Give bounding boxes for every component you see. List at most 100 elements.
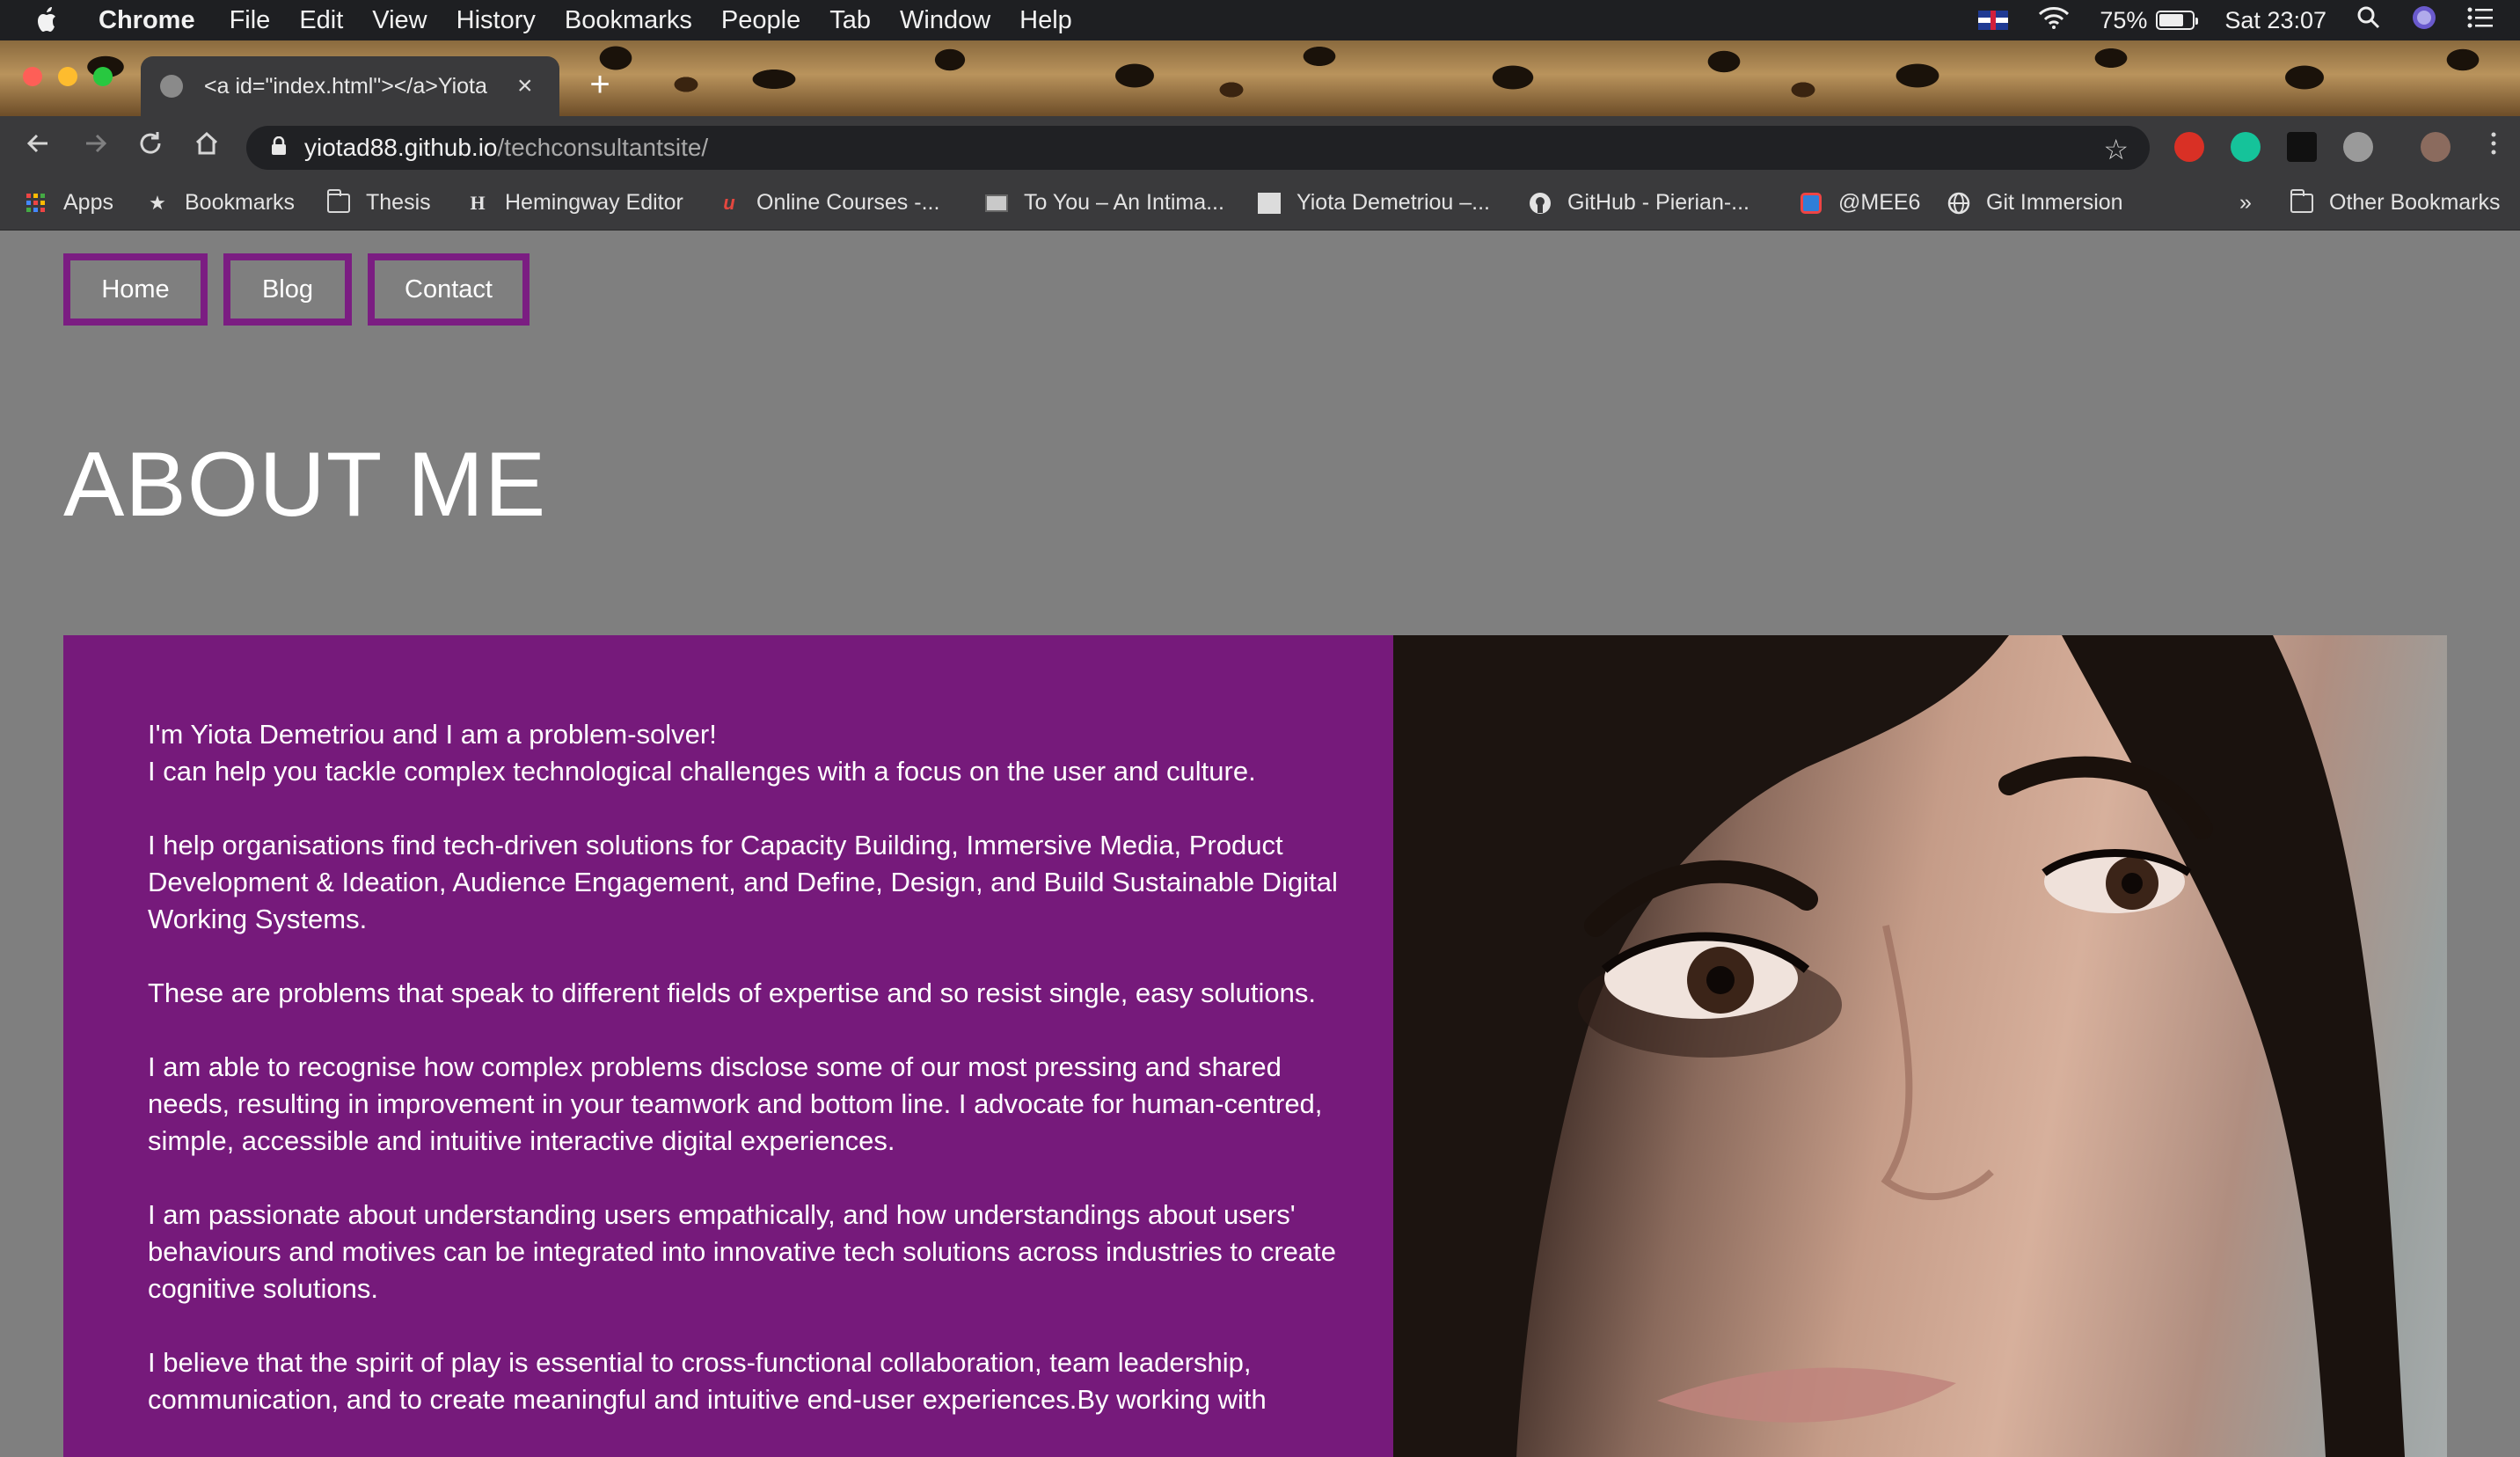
bookmark-online-courses[interactable]: u Online Courses -... (718, 190, 939, 216)
nav-contact-button[interactable]: Contact (368, 253, 530, 326)
url-host: yiotad88.github.io (304, 134, 498, 161)
bookmark-git-immersion[interactable]: Git Immersion (1947, 190, 2123, 216)
menu-window[interactable]: Window (900, 6, 990, 35)
chrome-toolbar: yiotad88.github.io/techconsultantsite/ ☆ (0, 116, 2520, 178)
bookmark-label: Git Immersion (1986, 190, 2123, 215)
apps-grid-icon (25, 193, 47, 214)
bookmark-other-bookmarks[interactable]: Other Bookmarks (2290, 188, 2501, 216)
bookmark-github[interactable]: GitHub - Pierian-... (1529, 190, 1749, 216)
about-intro-line: I can help you tackle complex technologi… (148, 756, 1256, 787)
nav-home-button[interactable]: Home (63, 253, 208, 326)
bookmark-label: To You – An Intima... (1024, 190, 1224, 215)
extension-w-icon[interactable] (2287, 132, 2317, 162)
address-bar[interactable]: yiotad88.github.io/techconsultantsite/ ☆ (246, 126, 2150, 170)
menu-tab[interactable]: Tab (829, 6, 871, 35)
bookmark-label: Hemingway Editor (505, 190, 683, 215)
extension-download-icon[interactable] (2343, 132, 2373, 162)
about-text-panel: I'm Yiota Demetriou and I am a problem-s… (63, 635, 1393, 1457)
bookmark-bookmarks[interactable]: ★ Bookmarks (146, 190, 295, 216)
menu-history[interactable]: History (457, 6, 536, 35)
bookmark-apps[interactable]: Apps (25, 190, 113, 216)
site-thumbnail-icon (985, 193, 1008, 214)
clock[interactable]: Sat 23:07 (2224, 7, 2326, 34)
github-icon (1529, 192, 1552, 214)
profile-avatar-icon[interactable] (2421, 132, 2451, 162)
new-tab-button[interactable]: + (582, 67, 617, 102)
battery-icon (2156, 11, 2199, 30)
about-text: I'm Yiota Demetriou and I am a problem-s… (148, 716, 1362, 1455)
overflow-chevron-icon: » (2239, 190, 2252, 215)
lock-icon[interactable] (271, 134, 289, 162)
about-paragraph: I am able to recognise how complex probl… (148, 1051, 1323, 1156)
reload-icon[interactable] (134, 130, 167, 164)
home-icon[interactable] (190, 130, 223, 164)
forward-arrow-icon[interactable] (79, 130, 113, 164)
tab-favicon-icon (160, 75, 183, 98)
battery-fill (2159, 14, 2184, 26)
about-paragraph: I am passionate about understanding user… (148, 1199, 1336, 1304)
extension-adblock-icon[interactable] (2174, 132, 2204, 162)
portrait-photo (1393, 635, 2447, 1457)
folder-icon (327, 188, 350, 214)
page-title: ABOUT ME (63, 434, 547, 536)
bookmark-label: Yiota Demetriou –... (1297, 190, 1491, 215)
menu-bookmarks[interactable]: Bookmarks (565, 6, 692, 35)
bookmark-star-icon[interactable]: ☆ (2103, 133, 2129, 166)
window-minimize-button[interactable] (58, 67, 77, 86)
web-page: Home Blog Contact ABOUT ME I'm Yiota Dem… (0, 231, 2520, 1457)
about-paragraph: These are problems that speak to differe… (148, 977, 1316, 1008)
about-paragraph: I help organisations find tech-driven so… (148, 830, 1338, 934)
chrome-tab-strip: <a id="index.html"></a>Yiota × + (0, 40, 2520, 116)
about-intro-line: I'm Yiota Demetriou and I am a problem-s… (148, 719, 717, 750)
folder-icon (2290, 188, 2313, 214)
hemingway-h-icon: H (470, 191, 486, 214)
spotlight-search-icon[interactable] (2356, 5, 2381, 36)
bookmark-label: Other Bookmarks (2329, 190, 2501, 215)
url-path: /techconsultantsite/ (497, 134, 709, 161)
udemy-u-icon: u (723, 191, 735, 214)
site-thumbnail-icon (1258, 192, 1281, 214)
menu-help[interactable]: Help (1019, 6, 1072, 35)
menu-edit[interactable]: Edit (299, 6, 343, 35)
bookmark-label: Online Courses -... (756, 190, 940, 215)
bookmark-hemingway[interactable]: H Hemingway Editor (466, 190, 683, 216)
siri-icon[interactable] (2411, 4, 2437, 37)
chrome-menu-icon[interactable] (2477, 130, 2510, 164)
bookmark-yiota[interactable]: Yiota Demetriou –... (1258, 190, 1490, 216)
menu-file[interactable]: File (230, 6, 271, 35)
bookmark-label: Bookmarks (185, 190, 296, 215)
menu-bar-status-area: 75% Sat 23:07 (1978, 0, 2494, 40)
window-zoom-button[interactable] (93, 67, 113, 86)
back-arrow-icon[interactable] (21, 130, 55, 164)
bookmark-to-you[interactable]: To You – An Intima... (985, 190, 1224, 216)
star-icon: ★ (149, 191, 166, 214)
bookmark-mee6[interactable]: @MEE6 (1800, 190, 1920, 216)
apple-icon[interactable] (35, 6, 67, 34)
bookmark-label: Thesis (366, 190, 431, 215)
globe-icon (1947, 192, 1970, 214)
about-paragraph: I'm Yiota Demetriou and I am a problem-s… (148, 716, 1362, 790)
bookmarks-overflow-button[interactable]: » (2239, 190, 2252, 216)
menu-people[interactable]: People (721, 6, 800, 35)
wifi-icon[interactable] (2038, 6, 2070, 35)
active-tab[interactable]: <a id="index.html"></a>Yiota × (141, 56, 559, 116)
window-close-button[interactable] (23, 67, 42, 86)
portrait-illustration (1393, 635, 2405, 1457)
tab-title: <a id="index.html"></a>Yiota (204, 73, 487, 99)
bookmark-label: GitHub - Pierian-... (1567, 190, 1750, 215)
battery-status[interactable]: 75% (2100, 6, 2199, 34)
extension-grammarly-icon[interactable] (2231, 132, 2261, 162)
notification-center-icon[interactable] (2467, 7, 2494, 34)
uk-flag-input-icon[interactable] (1978, 11, 2009, 30)
nav-blog-button[interactable]: Blog (223, 253, 352, 326)
site-navigation: Home Blog Contact (63, 253, 530, 326)
macos-menu-bar: Chrome File Edit View History Bookmarks … (0, 0, 2520, 40)
menu-view[interactable]: View (372, 6, 427, 35)
bookmarks-bar: Apps ★ Bookmarks Thesis H Hemingway Edit… (0, 178, 2520, 231)
battery-percent: 75% (2100, 6, 2148, 33)
about-paragraph: I believe that the spirit of play is ess… (148, 1347, 1267, 1415)
tab-close-icon[interactable]: × (517, 71, 533, 101)
menu-app-chrome[interactable]: Chrome (99, 6, 195, 35)
mee6-icon (1800, 192, 1822, 214)
bookmark-thesis[interactable]: Thesis (327, 188, 431, 216)
